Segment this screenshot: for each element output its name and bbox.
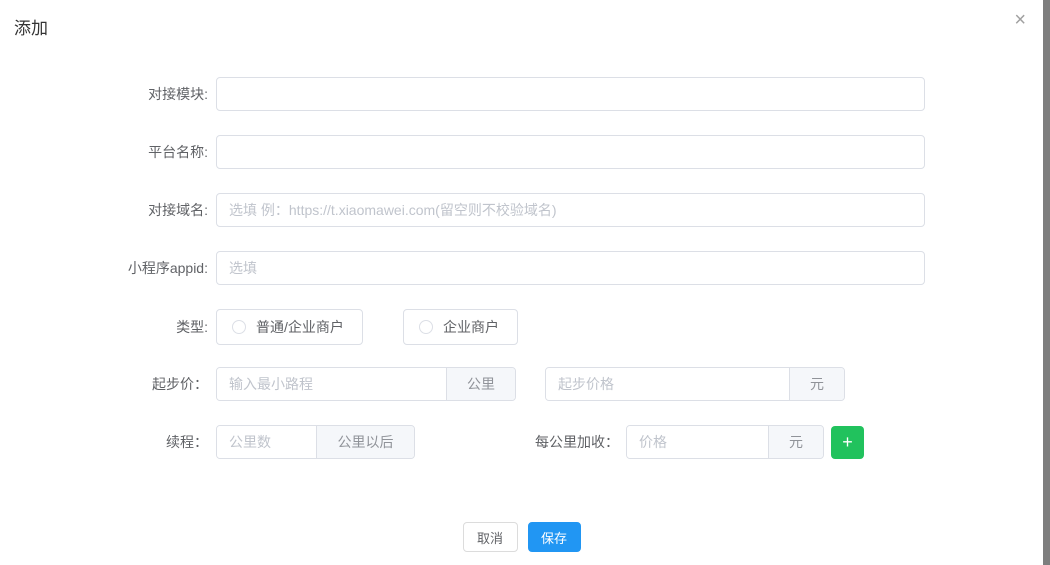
- module-input[interactable]: [216, 77, 925, 111]
- renewal-distance-input[interactable]: [217, 426, 316, 458]
- start-price-label: 起步价：: [0, 374, 208, 394]
- radio-icon[interactable]: [419, 320, 433, 334]
- per-km-price-group: 元: [626, 425, 824, 459]
- form-row-domain: 对接域名:: [0, 193, 1043, 227]
- appid-label: 小程序appid:: [0, 258, 208, 278]
- form-row-appid: 小程序appid:: [0, 251, 1043, 285]
- per-km-surcharge-label: 每公里加收：: [535, 432, 619, 452]
- dialog-title: 添加: [14, 14, 48, 39]
- min-distance-input[interactable]: [217, 368, 446, 400]
- form-row-module: 对接模块:: [0, 77, 1043, 111]
- min-distance-group: 公里: [216, 367, 516, 401]
- km-after-unit-suffix: 公里以后: [316, 426, 414, 458]
- renewal-distance-group: 公里以后: [216, 425, 415, 459]
- cancel-button[interactable]: 取消: [463, 522, 518, 552]
- close-icon[interactable]: ×: [1014, 10, 1026, 30]
- radio-option-label: 普通/企业商户: [256, 317, 360, 337]
- vertical-scrollbar[interactable]: [1043, 0, 1050, 565]
- renewal-label: 续程：: [0, 432, 208, 452]
- form-row-type: 类型: 普通/企业商户 企业商户: [0, 309, 1043, 345]
- start-price-group: 元: [545, 367, 845, 401]
- add-platform-form: 对接模块: 平台名称: 对接域名: 小程序appid: 类型: 普通/企业商户 …: [0, 77, 1043, 483]
- yuan-unit-suffix: 元: [768, 426, 823, 458]
- platform-name-input[interactable]: [216, 135, 925, 169]
- radio-icon[interactable]: [232, 320, 246, 334]
- radio-option-label: 企业商户: [443, 317, 515, 337]
- appid-input[interactable]: [216, 251, 925, 285]
- start-price-input[interactable]: [546, 368, 789, 400]
- per-km-price-input[interactable]: [627, 426, 768, 458]
- yuan-unit-suffix: 元: [789, 368, 844, 400]
- type-option-normal-merchant[interactable]: 普通/企业商户: [216, 309, 363, 345]
- type-option-enterprise-merchant[interactable]: 企业商户: [403, 309, 518, 345]
- form-row-platform-name: 平台名称:: [0, 135, 1043, 169]
- module-label: 对接模块:: [0, 84, 208, 104]
- domain-label: 对接域名:: [0, 200, 208, 220]
- save-button[interactable]: 保存: [528, 522, 581, 552]
- add-tier-button[interactable]: +: [831, 426, 864, 459]
- km-unit-suffix: 公里: [446, 368, 515, 400]
- domain-input[interactable]: [216, 193, 925, 227]
- form-row-start-price: 起步价： 公里 元: [0, 367, 1043, 401]
- platform-name-label: 平台名称:: [0, 142, 208, 162]
- type-label: 类型:: [0, 317, 208, 337]
- dialog-footer: 取消 保存: [0, 522, 1043, 552]
- form-row-renewal: 续程： 公里以后 每公里加收： 元 +: [0, 425, 1043, 459]
